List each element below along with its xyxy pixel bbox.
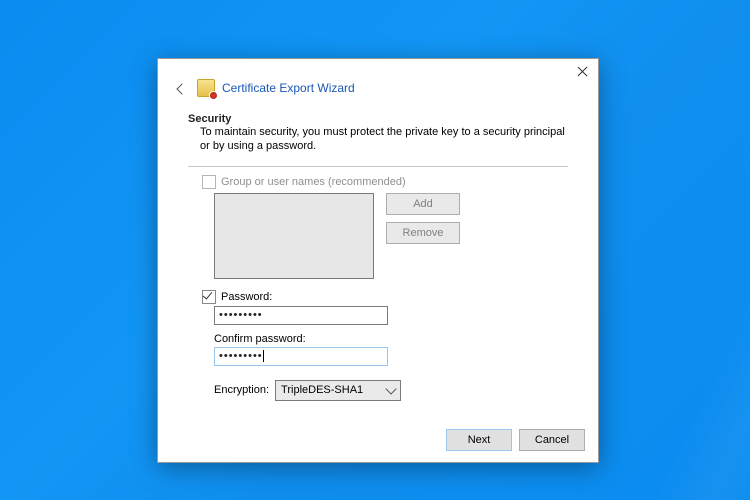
encryption-selected-value: TripleDES-SHA1 xyxy=(281,384,363,396)
chevron-down-icon xyxy=(385,383,396,394)
back-arrow-icon[interactable] xyxy=(176,83,187,94)
certificate-export-wizard-dialog: Certificate Export Wizard Security To ma… xyxy=(157,58,599,463)
dialog-header: Certificate Export Wizard xyxy=(158,59,598,105)
section-heading: Security xyxy=(188,113,568,125)
section-description: To maintain security, you must protect t… xyxy=(188,125,568,161)
password-checkbox[interactable] xyxy=(202,290,216,304)
divider xyxy=(188,166,568,167)
cancel-button[interactable]: Cancel xyxy=(519,429,585,451)
close-icon[interactable] xyxy=(576,65,589,78)
group-names-listbox xyxy=(214,193,374,279)
encryption-label: Encryption: xyxy=(214,384,269,396)
group-names-label: Group or user names (recommended) xyxy=(221,176,406,188)
add-button: Add xyxy=(386,193,460,215)
next-button[interactable]: Next xyxy=(446,429,512,451)
remove-button: Remove xyxy=(386,222,460,244)
password-input[interactable]: ••••••••• xyxy=(214,306,388,325)
encryption-select[interactable]: TripleDES-SHA1 xyxy=(275,380,401,401)
confirm-password-input[interactable]: ••••••••• xyxy=(214,347,388,366)
certificate-icon xyxy=(197,79,215,97)
password-label: Password: xyxy=(221,291,272,303)
confirm-password-label: Confirm password: xyxy=(214,333,568,345)
group-names-checkbox xyxy=(202,175,216,189)
dialog-title: Certificate Export Wizard xyxy=(222,81,355,95)
